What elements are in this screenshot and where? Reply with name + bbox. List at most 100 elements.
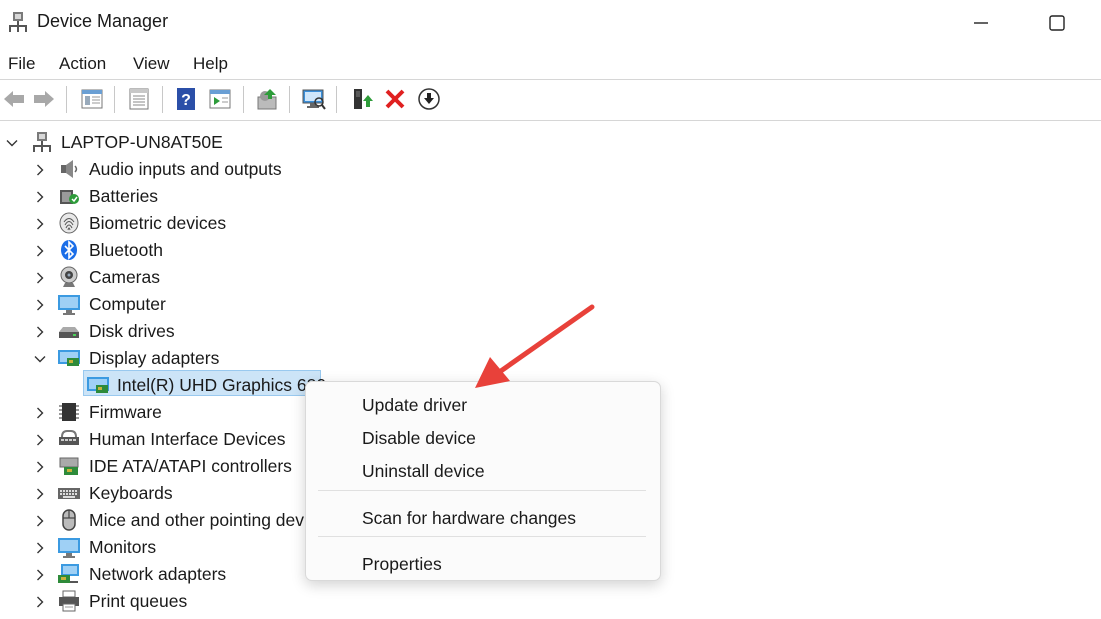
chevron-right-icon[interactable] — [34, 164, 46, 176]
tree-item-label: Intel(R) UHD Graphics 620 — [117, 375, 327, 395]
tree-item-intel-uhd-graphics[interactable]: Intel(R) UHD Graphics 620 — [0, 372, 330, 399]
tree-item-label: Keyboards — [89, 483, 173, 503]
tree-item-label: Monitors — [89, 537, 157, 557]
menu-action[interactable]: Action — [59, 54, 106, 74]
tree-item-label: Cameras — [89, 267, 160, 287]
menu-item-scan-hardware[interactable]: Scan for hardware changes — [362, 508, 576, 529]
hid-icon — [59, 430, 79, 445]
computer-tree-icon — [33, 132, 51, 152]
menu-file[interactable]: File — [8, 54, 35, 74]
tree-item-print-queues[interactable]: Print queues — [0, 588, 400, 615]
svg-text:?: ? — [181, 92, 191, 109]
tree-item-label: Computer — [89, 294, 166, 314]
enable-device-icon[interactable] — [350, 87, 374, 111]
scan-hardware-icon[interactable] — [302, 87, 326, 111]
chevron-right-icon[interactable] — [34, 569, 46, 581]
toolbar-separator — [336, 86, 337, 113]
minimize-button[interactable] — [970, 12, 992, 34]
title-bar: Device Manager — [0, 0, 1101, 46]
annotation-arrow — [475, 304, 595, 388]
ide-controller-icon — [59, 457, 79, 475]
tree-item-biometric[interactable]: Biometric devices — [0, 210, 400, 237]
tree-item-label: Display adapters — [89, 348, 220, 368]
tree-item-label: Audio inputs and outputs — [89, 159, 282, 179]
chevron-right-icon[interactable] — [34, 407, 46, 419]
tree-item-label: IDE ATA/ATAPI controllers — [89, 456, 292, 476]
bluetooth-icon — [61, 240, 77, 260]
properties-sheet-icon[interactable] — [127, 87, 151, 111]
tree-item-bluetooth[interactable]: Bluetooth — [0, 237, 400, 264]
tree-item-display-adapters[interactable]: Display adapters — [0, 345, 400, 372]
mouse-icon — [62, 509, 76, 531]
menu-bar: File Action View Help — [0, 50, 1101, 78]
tree-item-computer[interactable]: Computer — [0, 291, 400, 318]
firmware-icon — [59, 403, 79, 421]
toolbar-separator — [162, 86, 163, 113]
action-pane-icon[interactable] — [208, 87, 232, 111]
tree-item-label: Bluetooth — [89, 240, 163, 260]
tree-item-label: Biometric devices — [89, 213, 227, 233]
menu-item-update-driver[interactable]: Update driver — [362, 395, 467, 416]
chevron-right-icon[interactable] — [34, 326, 46, 338]
menu-item-disable-device[interactable]: Disable device — [362, 428, 476, 449]
tree-item-cameras[interactable]: Cameras — [0, 264, 400, 291]
menu-help[interactable]: Help — [193, 54, 228, 74]
tree-item-audio[interactable]: Audio inputs and outputs — [0, 156, 400, 183]
toolbar: ? — [0, 82, 1101, 118]
tree-item-label: Batteries — [89, 186, 159, 206]
uninstall-icon[interactable] — [383, 87, 407, 111]
chevron-right-icon[interactable] — [34, 299, 46, 311]
tree-item-label: Network adapters — [89, 564, 227, 584]
tree-item-label: Print queues — [89, 591, 188, 611]
network-adapter-icon — [58, 564, 79, 583]
chevron-right-icon[interactable] — [34, 218, 46, 230]
toolbar-separator — [114, 86, 115, 113]
chevron-right-icon[interactable] — [34, 515, 46, 527]
speaker-icon — [61, 160, 78, 178]
window-title: Device Manager — [37, 11, 169, 31]
tree-root-label: LAPTOP-UN8AT50E — [61, 132, 223, 152]
tree-item-batteries[interactable]: Batteries — [0, 183, 400, 210]
tree-item-disk-drives[interactable]: Disk drives — [0, 318, 400, 345]
chevron-down-icon[interactable] — [6, 137, 18, 149]
back-icon[interactable] — [2, 87, 26, 111]
chevron-right-icon[interactable] — [34, 488, 46, 500]
chevron-right-icon[interactable] — [34, 596, 46, 608]
toolbar-separator — [243, 86, 244, 113]
maximize-button[interactable] — [1046, 12, 1068, 34]
chevron-right-icon[interactable] — [34, 434, 46, 446]
computer-icon — [58, 295, 80, 315]
download-icon[interactable] — [417, 87, 441, 111]
keyboard-icon — [58, 488, 80, 499]
menu-divider — [0, 79, 1101, 80]
chevron-right-icon[interactable] — [34, 245, 46, 257]
device-manager-icon — [9, 12, 27, 32]
display-adapter-icon — [58, 350, 80, 366]
chevron-right-icon[interactable] — [34, 542, 46, 554]
tree-item-label: Mice and other pointing devices — [89, 510, 336, 530]
tree-root[interactable]: LAPTOP-UN8AT50E — [0, 129, 400, 156]
display-adapter-icon — [87, 377, 109, 393]
chevron-right-icon[interactable] — [34, 461, 46, 473]
chevron-down-icon[interactable] — [34, 353, 46, 365]
fingerprint-icon — [59, 212, 79, 234]
chevron-right-icon[interactable] — [34, 272, 46, 284]
console-tree-icon[interactable] — [80, 87, 104, 111]
menu-view[interactable]: View — [133, 54, 170, 74]
tree-item-label: Disk drives — [89, 321, 175, 341]
chevron-right-icon[interactable] — [34, 191, 46, 203]
printer-icon — [59, 590, 79, 612]
tree-item-label: Firmware — [89, 402, 162, 422]
toolbar-separator — [289, 86, 290, 113]
forward-icon[interactable] — [32, 87, 56, 111]
help-icon[interactable]: ? — [174, 87, 198, 111]
toolbar-divider — [0, 120, 1101, 121]
menu-item-uninstall-device[interactable]: Uninstall device — [362, 461, 485, 482]
update-driver-icon[interactable] — [255, 87, 279, 111]
monitor-icon — [58, 538, 80, 558]
tree-item-label: Human Interface Devices — [89, 429, 286, 449]
menu-item-properties[interactable]: Properties — [362, 554, 442, 575]
menu-separator — [318, 490, 646, 491]
toolbar-separator — [66, 86, 67, 113]
disk-drive-icon — [59, 327, 79, 338]
